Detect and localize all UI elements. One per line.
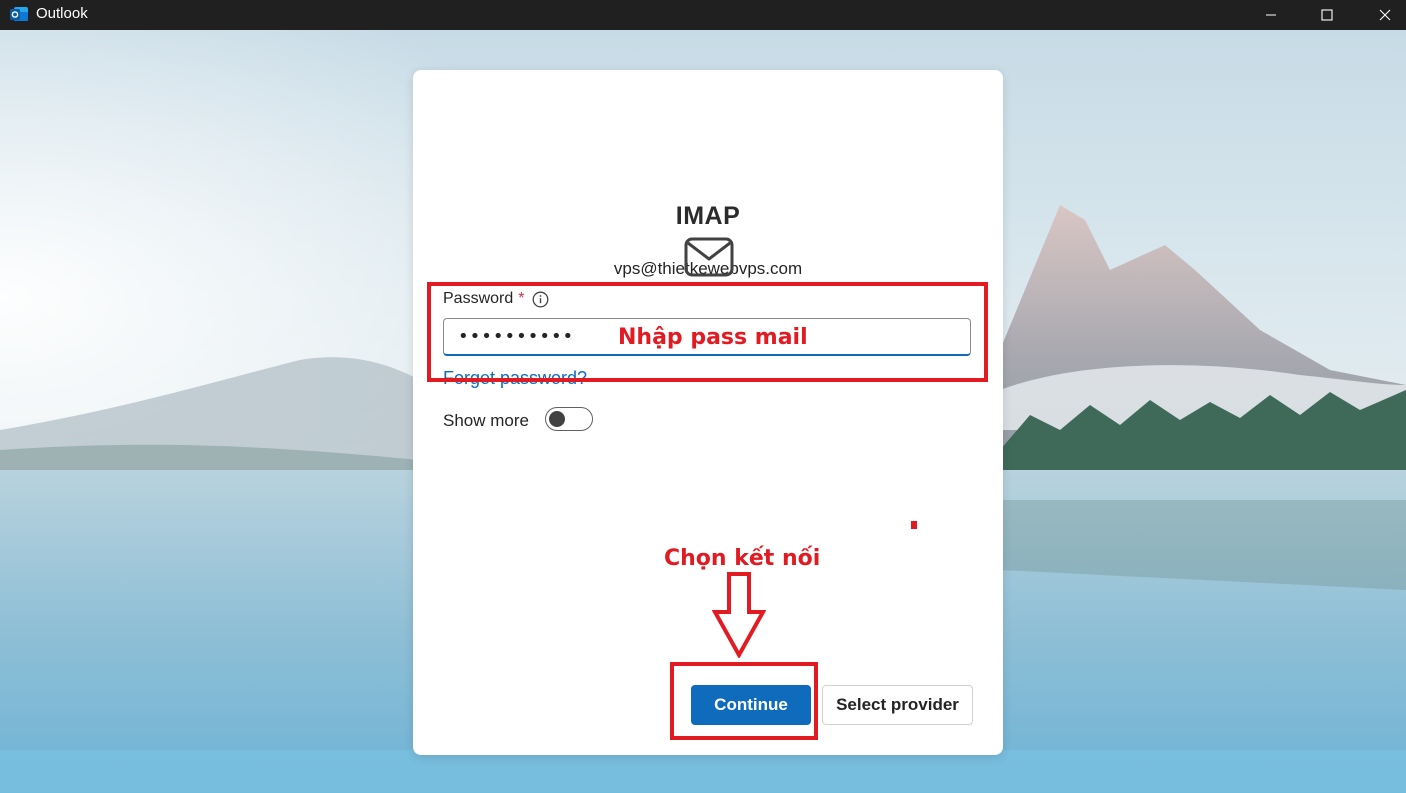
maximize-button[interactable] [1299, 0, 1355, 30]
close-icon [1379, 9, 1391, 21]
title-bar: Outlook [0, 0, 1406, 30]
info-icon[interactable] [532, 291, 549, 308]
outlook-app-icon [10, 7, 28, 21]
mail-icon [684, 237, 734, 277]
annotation-connect-text: Chọn kết nối [664, 546, 821, 571]
close-button[interactable] [1357, 0, 1406, 30]
maximize-icon [1321, 9, 1333, 21]
toggle-knob [549, 411, 565, 427]
show-more-label: Show more [443, 411, 529, 430]
annotation-down-arrow-icon [712, 572, 766, 658]
minimize-icon [1266, 14, 1276, 16]
minimize-button[interactable] [1243, 0, 1299, 30]
imap-dialog: IMAP vps@thietkewebvps.com Password * Fo… [413, 70, 1003, 755]
select-provider-button[interactable]: Select provider [822, 685, 973, 725]
password-label: Password * [443, 290, 549, 308]
password-label-text: Password [443, 290, 514, 307]
continue-button[interactable]: Continue [691, 685, 811, 725]
annotation-password-text: Nhập pass mail [618, 325, 808, 350]
dialog-title: IMAP [675, 202, 741, 230]
show-more-toggle[interactable] [545, 407, 593, 431]
forgot-password-link[interactable]: Forget password? [443, 368, 587, 389]
required-marker: * [518, 290, 525, 307]
window-title: Outlook [36, 5, 88, 22]
annotation-dot [911, 521, 917, 529]
